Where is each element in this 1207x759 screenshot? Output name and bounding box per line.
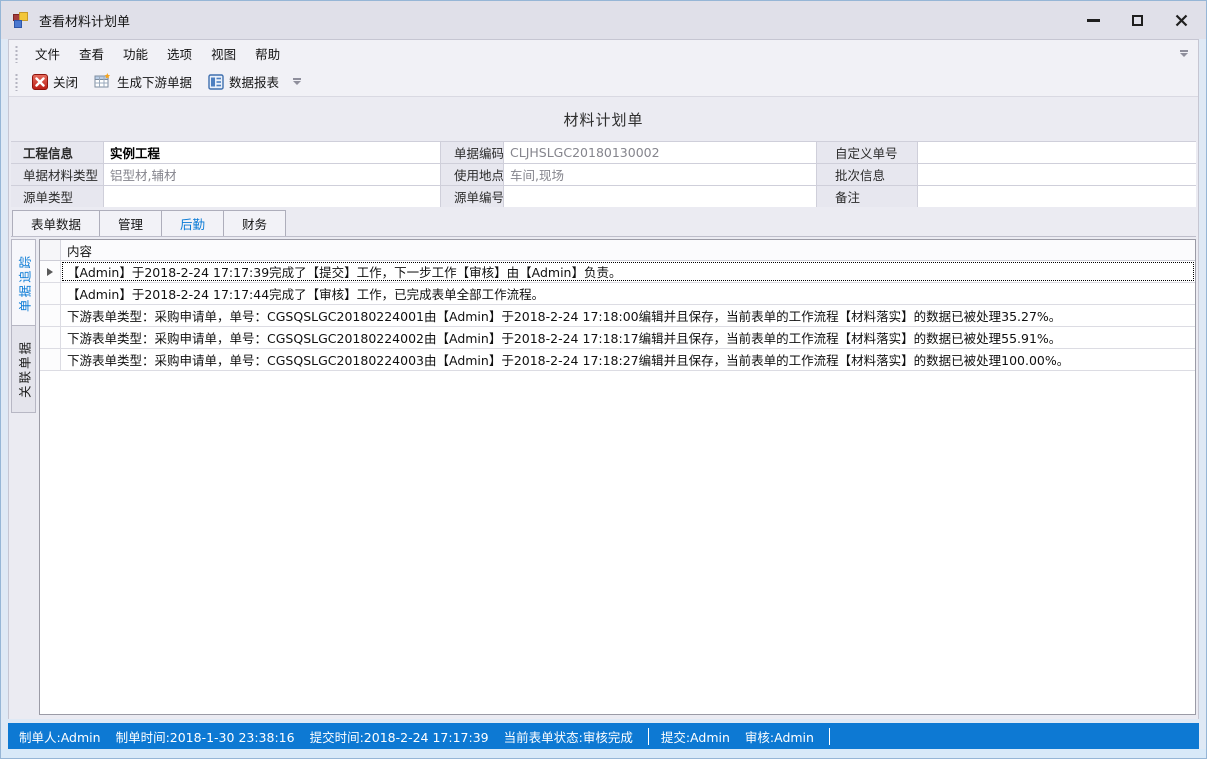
status-creator: 制单人:Admin: [19, 727, 101, 746]
window-bottom-edge: [1, 749, 1206, 758]
maximize-icon: [1132, 15, 1143, 26]
menu-bar: 文件 查看 功能 选项 视图 帮助: [9, 40, 1198, 67]
content-area: 材料计划单 工程信息 实例工程 单据编码 CLJHSLGC20180130002…: [9, 96, 1198, 719]
toolbar-grip-handle[interactable]: [14, 73, 19, 91]
window-title: 查看材料计划单: [39, 11, 130, 30]
maximize-button[interactable]: [1122, 8, 1152, 32]
overflow-icon: [1180, 50, 1188, 52]
side-tab-related-docs[interactable]: 关联单据: [11, 326, 36, 413]
label-material-type: 单据材料类型: [11, 164, 103, 185]
generate-downstream-button[interactable]: 生成下游单据: [88, 69, 198, 94]
main-region: 单据追踪 关联单据 内容 【Admin】于2018-2-24 17:17:39完…: [11, 237, 1196, 715]
field-batch-info[interactable]: [918, 164, 1196, 185]
row-header-cell[interactable]: [40, 349, 61, 370]
data-report-icon: [208, 74, 224, 90]
label-usage-place: 使用地点: [441, 164, 503, 185]
close-form-button[interactable]: 关闭: [26, 69, 84, 94]
side-tab-strip: 单据追踪 关联单据: [11, 239, 36, 715]
menu-file[interactable]: 文件: [26, 41, 69, 66]
status-separator: [829, 728, 830, 745]
close-button[interactable]: [1166, 8, 1196, 32]
table-row[interactable]: 【Admin】于2018-2-24 17:17:44完成了【审核】工作，已完成表…: [40, 283, 1195, 305]
field-custom-no[interactable]: [918, 142, 1196, 163]
grid-corner-cell[interactable]: [40, 240, 61, 260]
status-submitter: 提交:Admin: [661, 727, 730, 746]
field-source-type[interactable]: [104, 186, 440, 207]
row-header-cell[interactable]: [40, 305, 61, 326]
close-red-icon: [32, 74, 48, 90]
app-body: 文件 查看 功能 选项 视图 帮助 关闭: [8, 39, 1199, 719]
row-content[interactable]: 【Admin】于2018-2-24 17:17:39完成了【提交】工作，下一步工…: [61, 261, 1195, 282]
current-row-arrow-icon: [47, 268, 53, 276]
label-doc-code: 单据编码: [441, 142, 503, 163]
field-project-info[interactable]: 实例工程: [104, 142, 440, 163]
menu-window-view[interactable]: 视图: [202, 41, 245, 66]
generate-downstream-label: 生成下游单据: [117, 72, 192, 91]
status-create-time: 制单时间:2018-1-30 23:38:16: [116, 727, 295, 746]
overflow-icon: [293, 78, 301, 80]
status-separator: [648, 728, 649, 745]
close-icon: [1175, 14, 1188, 27]
menu-grip-handle[interactable]: [14, 45, 19, 63]
close-form-label: 关闭: [53, 72, 78, 91]
document-title-band: 材料计划单: [11, 97, 1196, 141]
field-doc-code[interactable]: CLJHSLGC20180130002: [504, 142, 816, 163]
document-title: 材料计划单: [563, 109, 643, 130]
grid-empty-area: [40, 371, 1195, 714]
generate-downstream-icon: [94, 73, 112, 90]
minimize-button[interactable]: [1078, 8, 1108, 32]
tab-strip: 表单数据 管理 后勤 财务: [11, 210, 1196, 237]
row-content[interactable]: 下游表单类型：采购申请单，单号：CGSQSLGC20180224003由【Adm…: [61, 349, 1195, 370]
title-bar: 查看材料计划单: [1, 1, 1206, 39]
tab-form-data[interactable]: 表单数据: [13, 211, 100, 236]
tool-bar: 关闭 生成下游单据: [9, 67, 1198, 96]
menu-view[interactable]: 查看: [70, 41, 113, 66]
tracking-grid: 内容 【Admin】于2018-2-24 17:17:39完成了【提交】工作，下…: [39, 239, 1196, 715]
status-submit-time: 提交时间:2018-2-24 17:17:39: [310, 727, 489, 746]
form-header-grid: 工程信息 实例工程 单据编码 CLJHSLGC20180130002 自定义单号…: [11, 141, 1196, 207]
label-custom-no: 自定义单号: [817, 142, 917, 163]
winforms-app-icon: [13, 12, 30, 29]
toolbar-overflow-button[interactable]: [291, 78, 303, 85]
table-row[interactable]: 下游表单类型：采购申请单，单号：CGSQSLGC20180224001由【Adm…: [40, 305, 1195, 327]
label-remark: 备注: [817, 186, 917, 207]
label-source-type: 源单类型: [11, 186, 103, 207]
row-content[interactable]: 下游表单类型：采购申请单，单号：CGSQSLGC20180224002由【Adm…: [61, 327, 1195, 348]
menu-options[interactable]: 选项: [158, 41, 201, 66]
label-project-info: 工程信息: [11, 142, 103, 163]
field-usage-place[interactable]: 车间,现场: [504, 164, 816, 185]
menu-overflow-button[interactable]: [1178, 50, 1190, 57]
status-bar: 制单人:Admin 制单时间:2018-1-30 23:38:16 提交时间:2…: [8, 723, 1199, 749]
table-row[interactable]: 下游表单类型：采购申请单，单号：CGSQSLGC20180224002由【Adm…: [40, 327, 1195, 349]
row-header-cell[interactable]: [40, 327, 61, 348]
field-source-no[interactable]: [504, 186, 816, 207]
app-window: 查看材料计划单 文件 查看 功能 选项 视图 帮助: [0, 0, 1207, 759]
tab-finance[interactable]: 财务: [224, 211, 285, 236]
row-content[interactable]: 下游表单类型：采购申请单，单号：CGSQSLGC20180224001由【Adm…: [61, 305, 1195, 326]
tab-management[interactable]: 管理: [100, 211, 162, 236]
side-tab-doc-tracking[interactable]: 单据追踪: [11, 239, 36, 326]
row-header-cell[interactable]: [40, 283, 61, 304]
menu-help[interactable]: 帮助: [246, 41, 289, 66]
field-remark[interactable]: [918, 186, 1196, 207]
label-source-no: 源单编号: [441, 186, 503, 207]
tab-logistics[interactable]: 后勤: [162, 211, 224, 236]
field-material-type[interactable]: 铝型材,辅材: [104, 164, 440, 185]
table-row[interactable]: 【Admin】于2018-2-24 17:17:39完成了【提交】工作，下一步工…: [40, 261, 1195, 283]
minimize-icon: [1087, 19, 1100, 22]
table-row[interactable]: 下游表单类型：采购申请单，单号：CGSQSLGC20180224003由【Adm…: [40, 349, 1195, 371]
status-form-state: 当前表单状态:审核完成: [504, 727, 633, 746]
row-header-cell[interactable]: [40, 261, 61, 282]
data-report-button[interactable]: 数据报表: [202, 69, 285, 94]
grid-header-row: 内容: [40, 240, 1195, 261]
grid-column-header-content[interactable]: 内容: [61, 240, 92, 260]
row-content[interactable]: 【Admin】于2018-2-24 17:17:44完成了【审核】工作，已完成表…: [61, 283, 1195, 304]
status-auditor: 审核:Admin: [745, 727, 814, 746]
label-batch-info: 批次信息: [817, 164, 917, 185]
menu-functions[interactable]: 功能: [114, 41, 157, 66]
data-report-label: 数据报表: [229, 72, 279, 91]
